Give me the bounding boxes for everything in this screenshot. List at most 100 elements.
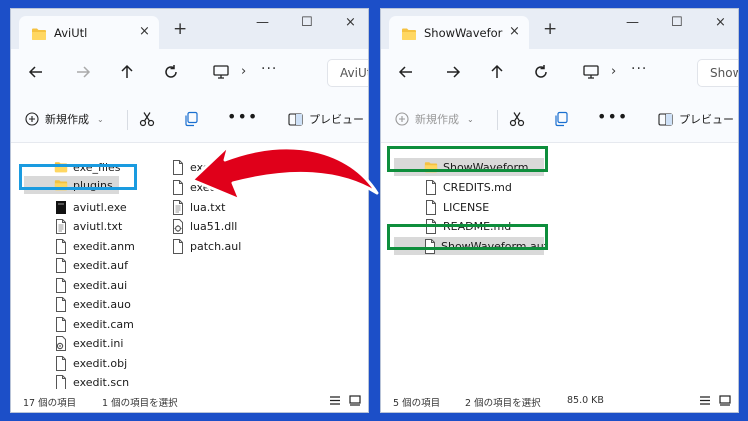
copy-icon[interactable] [553,111,569,130]
more-options-icon[interactable]: ••• [227,107,258,126]
selection-count: 2 個の項目を選択 [465,398,541,409]
close-tab-icon[interactable]: × [139,24,150,39]
computer-icon[interactable] [213,65,229,82]
file-name: exedit.cam [73,317,134,331]
details-view-icon[interactable] [699,395,711,409]
new-button[interactable]: 新規作成 ⌄ [395,111,474,127]
file-name: CREDITS.md [443,180,512,194]
preview-pane-button[interactable]: プレビュー [658,111,734,127]
file-icon [55,258,67,273]
text-file-icon [55,219,67,234]
copy-icon[interactable] [183,111,199,130]
computer-icon[interactable] [583,65,599,82]
list-item[interactable]: aviutl.exe [54,198,127,216]
file-icon [172,239,184,254]
list-item[interactable]: LICENSE [424,198,489,216]
address-bar-row: › ··· AviUtl [11,49,368,97]
file-name: exedit.obj [73,356,128,370]
file-name: exedit.scn [73,375,130,389]
new-tab-button[interactable]: + [173,21,187,38]
showwaveform-auf-highlight-box [387,224,548,250]
toolbar-divider [497,110,498,130]
preview-pane-icon [288,112,303,126]
minimize-icon[interactable]: — [256,15,269,30]
close-tab-icon[interactable]: × [509,24,520,39]
explorer-window-aviutl: AviUtl × + — ☐ × › ··· AviUtl 新規作成 ⌄ [10,8,369,413]
new-button[interactable]: 新規作成 ⌄ [25,111,104,127]
minimize-icon[interactable]: — [626,15,639,30]
file-list: ShowWaveform CREDITS.md LICENSE README.m… [381,144,738,389]
breadcrumb[interactable]: AviUtl [327,59,368,87]
item-count: 17 個の項目 [23,398,77,409]
file-icon [55,317,67,332]
more-options-icon[interactable]: ••• [597,107,628,126]
item-count: 5 個の項目 [393,398,441,409]
forward-icon[interactable] [73,62,93,82]
close-window-icon[interactable]: × [715,15,726,30]
tab-bar: AviUtl × + — ☐ × [11,9,368,49]
file-name: exedit.auf [73,258,128,272]
plus-circle-icon [25,112,39,126]
file-icon [172,160,184,175]
tab-aviutl[interactable]: AviUtl × [19,16,159,49]
back-icon[interactable] [26,62,46,82]
preview-label: プレビュー [309,113,364,126]
file-icon [55,375,67,390]
close-window-icon[interactable]: × [345,15,356,30]
file-name: exedit.ini [73,336,124,350]
selection-count: 1 個の項目を選択 [102,398,178,409]
breadcrumb[interactable]: Show [697,59,738,87]
list-item[interactable]: exedi [171,158,220,176]
status-bar: 5 個の項目 2 個の項目を選択 85.0 KB [381,389,738,412]
list-item[interactable]: exedit.auf [54,256,128,274]
more-breadcrumbs-icon[interactable]: ··· [631,61,647,77]
list-item[interactable]: lua51.dll [171,217,237,235]
more-breadcrumbs-icon[interactable]: ··· [261,61,277,77]
refresh-icon[interactable] [161,62,181,82]
file-name: patch.aul [190,239,242,253]
tab-title: ShowWavefor [424,26,503,40]
maximize-icon[interactable]: ☐ [671,15,683,30]
list-item[interactable]: CREDITS.md [424,178,512,196]
list-item[interactable]: lua.txt [171,198,225,216]
list-item[interactable]: exedit.obj [54,354,127,372]
forward-icon[interactable] [443,62,463,82]
up-icon[interactable] [117,62,137,82]
file-name: lua.txt [190,200,226,214]
list-item[interactable]: aviutl.txt [54,217,122,235]
file-name: exedit.anm [73,239,135,253]
chevron-down-icon: ⌄ [467,114,474,124]
cut-icon[interactable] [509,111,525,130]
list-item[interactable]: exedit.auo [54,295,131,313]
up-icon[interactable] [487,62,507,82]
refresh-icon[interactable] [531,62,551,82]
list-item[interactable]: exedit.aui [54,276,127,294]
list-item[interactable]: patch.aul [171,237,241,255]
cut-icon[interactable] [139,111,155,130]
file-icon [55,356,67,371]
plus-circle-icon [395,112,409,126]
back-icon[interactable] [396,62,416,82]
chevron-right-icon[interactable]: › [241,64,246,79]
tab-showwaveform[interactable]: ShowWavefor × [389,16,529,49]
file-name: lua51.dll [190,219,238,233]
new-tab-button[interactable]: + [543,21,557,38]
preview-pane-button[interactable]: プレビュー [288,111,364,127]
status-bar: 17 個の項目 1 個の項目を選択 [11,389,368,412]
list-item[interactable]: exedi [171,178,220,196]
list-item[interactable]: exedit.anm [54,237,135,255]
chevron-right-icon[interactable]: › [611,64,616,79]
command-bar: 新規作成 ⌄ ••• プレビュー [381,97,738,143]
file-icon [55,239,67,254]
thumbnail-view-icon[interactable] [349,395,361,409]
file-name: aviutl.exe [73,200,127,214]
list-item[interactable]: exedit.cam [54,315,134,333]
file-icon [425,180,437,195]
library-file-icon [172,219,184,234]
thumbnail-view-icon[interactable] [719,395,731,409]
tab-bar: ShowWavefor × + — ☐ × [381,9,738,49]
maximize-icon[interactable]: ☐ [301,15,313,30]
list-item[interactable]: exedit.ini [54,334,123,352]
address-bar-row: › ··· Show [381,49,738,97]
details-view-icon[interactable] [329,395,341,409]
